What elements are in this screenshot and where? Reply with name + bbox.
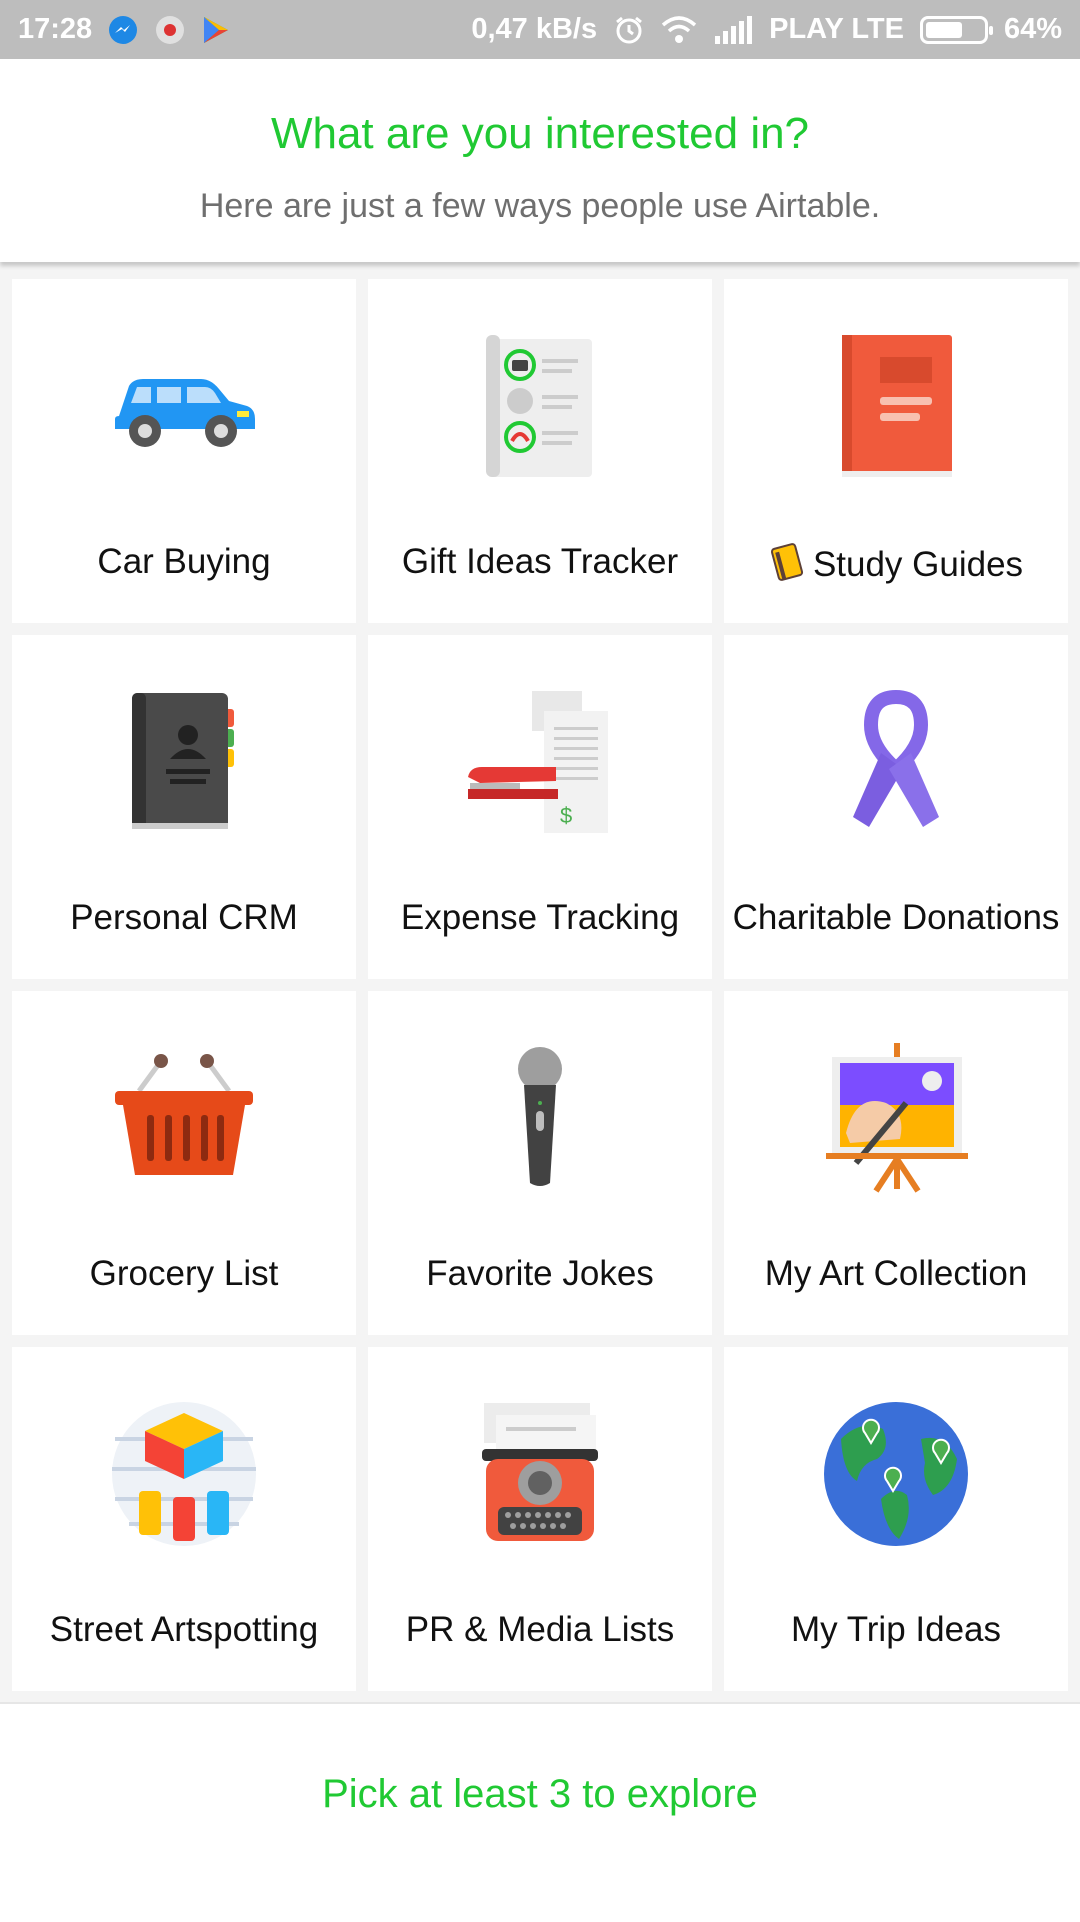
template-card-personal-crm[interactable]: Personal CRM <box>12 635 356 979</box>
globe-icon <box>724 1399 1068 1549</box>
template-card-charitable-donations[interactable]: Charitable Donations <box>724 635 1068 979</box>
template-card-grocery-list[interactable]: Grocery List <box>12 991 356 1335</box>
battery-icon <box>919 15 993 44</box>
template-card-label: Study Guides <box>724 542 1068 585</box>
notebook-emoji-icon <box>769 542 805 582</box>
footer: Pick at least 3 to explore <box>0 1702 1080 1922</box>
status-bar: 17:28 0,47 kB/s PLAY LTE 64% <box>0 0 1080 59</box>
header: What are you interested in? Here are jus… <box>0 59 1080 262</box>
template-card-expense-tracking[interactable]: $ Expense Tracking <box>368 635 712 979</box>
template-card-study-guides[interactable]: Study Guides <box>724 279 1068 623</box>
svg-text:$: $ <box>560 803 572 828</box>
play-store-icon <box>202 15 230 45</box>
wifi-icon <box>661 15 697 45</box>
explore-cta-button[interactable]: Pick at least 3 to explore <box>0 1772 1080 1817</box>
template-card-label: Personal CRM <box>70 898 298 937</box>
template-grid: Car Buying Gift Ideas Tracker Study Guid… <box>12 279 1068 1691</box>
carrier-name: PLAY LTE <box>769 13 904 45</box>
car-icon <box>12 331 356 481</box>
template-card-label: Favorite Jokes <box>426 1254 654 1293</box>
signal-icon <box>713 15 753 44</box>
template-card-favorite-jokes[interactable]: Favorite Jokes <box>368 991 712 1335</box>
ribbon-icon <box>724 687 1068 837</box>
template-card-my-trip-ideas[interactable]: My Trip Ideas <box>724 1347 1068 1691</box>
template-card-car-buying[interactable]: Car Buying <box>12 279 356 623</box>
battery-percent: 64% <box>1003 13 1062 45</box>
typewriter-icon <box>368 1399 712 1549</box>
template-card-gift-ideas-tracker[interactable]: Gift Ideas Tracker <box>368 279 712 623</box>
template-card-label-text: Study Guides <box>812 545 1024 584</box>
spray-paint-icon <box>12 1399 356 1549</box>
basket-icon <box>12 1043 356 1193</box>
page-subtitle: Here are just a few ways people use Airt… <box>199 187 881 225</box>
book-icon <box>724 331 1068 481</box>
template-card-pr-media-lists[interactable]: PR & Media Lists <box>368 1347 712 1691</box>
easel-painting-icon <box>724 1043 1068 1193</box>
template-card-label: Expense Tracking <box>400 898 680 937</box>
template-card-label: Street Artspotting <box>49 1610 319 1649</box>
template-card-my-art-collection[interactable]: My Art Collection <box>724 991 1068 1335</box>
messenger-icon <box>108 15 138 45</box>
network-speed: 0,47 kB/s <box>471 13 598 45</box>
alarm-icon <box>613 14 645 46</box>
template-card-label: Gift Ideas Tracker <box>401 542 679 581</box>
template-card-street-artspotting[interactable]: Street Artspotting <box>12 1347 356 1691</box>
microphone-icon <box>368 1043 712 1193</box>
template-card-label: PR & Media Lists <box>405 1610 675 1649</box>
page-title: What are you interested in? <box>270 109 810 158</box>
template-card-label: My Art Collection <box>764 1254 1028 1293</box>
template-card-label: Grocery List <box>89 1254 279 1293</box>
stapler-receipt-icon: $ <box>368 687 712 837</box>
template-card-label: Car Buying <box>97 542 271 581</box>
template-card-label: My Trip Ideas <box>790 1610 1002 1649</box>
address-book-icon <box>12 687 356 837</box>
gift-list-icon <box>368 331 712 481</box>
status-time: 17:28 <box>18 13 93 45</box>
notification-icon <box>154 14 186 46</box>
template-card-label: Charitable Donations <box>732 898 1060 937</box>
